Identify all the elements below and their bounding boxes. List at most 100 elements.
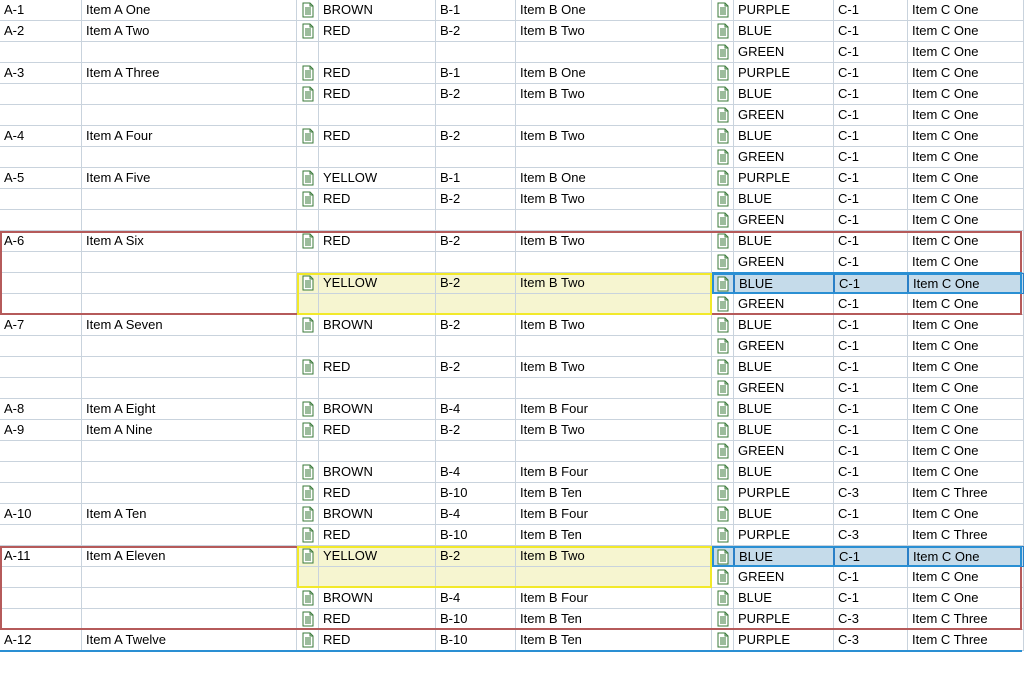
table-row[interactable]: GREENC-1Item C One bbox=[0, 147, 1024, 168]
b-code[interactable] bbox=[436, 567, 516, 588]
a-code[interactable]: A-4 bbox=[0, 126, 82, 147]
table-row[interactable]: GREENC-1Item C One bbox=[0, 441, 1024, 462]
a-code[interactable]: A-8 bbox=[0, 399, 82, 420]
a-code[interactable]: A-12 bbox=[0, 630, 82, 651]
c-color[interactable]: GREEN bbox=[734, 147, 834, 168]
table-row[interactable]: A-5Item A FiveYELLOWB-1Item B OnePURPLEC… bbox=[0, 168, 1024, 189]
a-name[interactable]: Item A Twelve bbox=[82, 630, 297, 651]
b-code[interactable] bbox=[436, 294, 516, 315]
c-code[interactable]: C-1 bbox=[834, 147, 908, 168]
c-name[interactable]: Item C One bbox=[908, 336, 1024, 357]
c-name[interactable]: Item C One bbox=[908, 0, 1024, 21]
table-row[interactable]: A-10Item A TenBROWNB-4Item B FourBLUEC-1… bbox=[0, 504, 1024, 525]
c-name[interactable]: Item C One bbox=[908, 42, 1024, 63]
table-row[interactable]: A-12Item A TwelveREDB-10Item B TenPURPLE… bbox=[0, 630, 1024, 651]
c-name[interactable]: Item C One bbox=[908, 189, 1024, 210]
b-name[interactable]: Item B Two bbox=[516, 231, 712, 252]
c-name[interactable]: Item C One bbox=[908, 21, 1024, 42]
a-code[interactable]: A-6 bbox=[0, 231, 82, 252]
c-name[interactable]: Item C Three bbox=[908, 630, 1024, 651]
c-color[interactable]: GREEN bbox=[734, 252, 834, 273]
b-color[interactable]: BROWN bbox=[319, 504, 436, 525]
b-color[interactable]: RED bbox=[319, 609, 436, 630]
b-code[interactable]: B-2 bbox=[436, 420, 516, 441]
b-code[interactable]: B-1 bbox=[436, 0, 516, 21]
a-code[interactable]: A-2 bbox=[0, 21, 82, 42]
c-color[interactable]: PURPLE bbox=[734, 483, 834, 504]
a-name[interactable]: Item A Eleven bbox=[82, 546, 297, 567]
table-row[interactable]: GREENC-1Item C One bbox=[0, 42, 1024, 63]
a-name[interactable]: Item A One bbox=[82, 0, 297, 21]
c-name[interactable]: Item C One bbox=[908, 441, 1024, 462]
b-color[interactable]: RED bbox=[319, 84, 436, 105]
b-color[interactable]: RED bbox=[319, 21, 436, 42]
c-color[interactable]: GREEN bbox=[734, 294, 834, 315]
b-name[interactable]: Item B Two bbox=[516, 546, 712, 567]
c-name[interactable]: Item C One bbox=[908, 378, 1024, 399]
c-color[interactable]: BLUE bbox=[734, 546, 834, 567]
b-color[interactable]: YELLOW bbox=[319, 168, 436, 189]
b-color[interactable]: RED bbox=[319, 63, 436, 84]
c-code[interactable]: C-1 bbox=[834, 210, 908, 231]
c-name[interactable]: Item C One bbox=[908, 588, 1024, 609]
b-color[interactable]: RED bbox=[319, 231, 436, 252]
c-name[interactable]: Item C One bbox=[908, 462, 1024, 483]
c-name[interactable]: Item C One bbox=[908, 273, 1024, 294]
a-name[interactable]: Item A Nine bbox=[82, 420, 297, 441]
a-code[interactable]: A-7 bbox=[0, 315, 82, 336]
c-code[interactable]: C-1 bbox=[834, 399, 908, 420]
c-code[interactable]: C-1 bbox=[834, 294, 908, 315]
c-name[interactable]: Item C One bbox=[908, 147, 1024, 168]
b-color[interactable] bbox=[319, 294, 436, 315]
table-row[interactable]: GREENC-1Item C One bbox=[0, 378, 1024, 399]
c-name[interactable]: Item C One bbox=[908, 168, 1024, 189]
c-color[interactable]: GREEN bbox=[734, 42, 834, 63]
table-row[interactable]: REDB-10Item B TenPURPLEC-3Item C Three bbox=[0, 525, 1024, 546]
c-color[interactable]: BLUE bbox=[734, 126, 834, 147]
a-code[interactable]: A-1 bbox=[0, 0, 82, 21]
table-row[interactable]: GREENC-1Item C One bbox=[0, 567, 1024, 588]
c-name[interactable]: Item C One bbox=[908, 84, 1024, 105]
c-code[interactable]: C-1 bbox=[834, 336, 908, 357]
b-code[interactable]: B-10 bbox=[436, 525, 516, 546]
c-name[interactable]: Item C One bbox=[908, 210, 1024, 231]
c-code[interactable]: C-1 bbox=[834, 0, 908, 21]
c-name[interactable]: Item C Three bbox=[908, 483, 1024, 504]
c-color[interactable]: GREEN bbox=[734, 105, 834, 126]
c-code[interactable]: C-1 bbox=[834, 462, 908, 483]
table-row[interactable]: A-2Item A TwoREDB-2Item B TwoBLUEC-1Item… bbox=[0, 21, 1024, 42]
c-name[interactable]: Item C One bbox=[908, 567, 1024, 588]
b-code[interactable]: B-1 bbox=[436, 168, 516, 189]
c-color[interactable]: BLUE bbox=[734, 504, 834, 525]
b-color[interactable]: RED bbox=[319, 357, 436, 378]
data-grid[interactable]: A-1Item A OneBROWNB-1Item B OnePURPLEC-1… bbox=[0, 0, 1024, 673]
table-row[interactable]: GREENC-1Item C One bbox=[0, 294, 1024, 315]
table-row[interactable]: A-6Item A SixREDB-2Item B TwoBLUEC-1Item… bbox=[0, 231, 1024, 252]
c-color[interactable]: PURPLE bbox=[734, 630, 834, 651]
a-code[interactable]: A-5 bbox=[0, 168, 82, 189]
b-name[interactable]: Item B Four bbox=[516, 588, 712, 609]
b-code[interactable]: B-2 bbox=[436, 84, 516, 105]
table-row[interactable]: A-7Item A SevenBROWNB-2Item B TwoBLUEC-1… bbox=[0, 315, 1024, 336]
b-color[interactable]: BROWN bbox=[319, 0, 436, 21]
table-row[interactable]: BROWNB-4Item B FourBLUEC-1Item C One bbox=[0, 462, 1024, 483]
table-row[interactable]: A-1Item A OneBROWNB-1Item B OnePURPLEC-1… bbox=[0, 0, 1024, 21]
a-name[interactable]: Item A Seven bbox=[82, 315, 297, 336]
c-name[interactable]: Item C One bbox=[908, 252, 1024, 273]
a-name[interactable]: Item A Five bbox=[82, 168, 297, 189]
c-code[interactable]: C-1 bbox=[834, 588, 908, 609]
c-code[interactable]: C-1 bbox=[834, 273, 908, 294]
c-name[interactable]: Item C One bbox=[908, 420, 1024, 441]
c-name[interactable]: Item C One bbox=[908, 315, 1024, 336]
c-code[interactable]: C-1 bbox=[834, 357, 908, 378]
a-code[interactable]: A-10 bbox=[0, 504, 82, 525]
b-code[interactable]: B-2 bbox=[436, 546, 516, 567]
b-code[interactable]: B-2 bbox=[436, 189, 516, 210]
c-color[interactable]: BLUE bbox=[734, 315, 834, 336]
c-code[interactable]: C-1 bbox=[834, 546, 908, 567]
b-color[interactable]: RED bbox=[319, 420, 436, 441]
c-color[interactable]: PURPLE bbox=[734, 63, 834, 84]
c-color[interactable]: BLUE bbox=[734, 84, 834, 105]
c-name[interactable]: Item C One bbox=[908, 546, 1024, 567]
c-color[interactable]: BLUE bbox=[734, 399, 834, 420]
